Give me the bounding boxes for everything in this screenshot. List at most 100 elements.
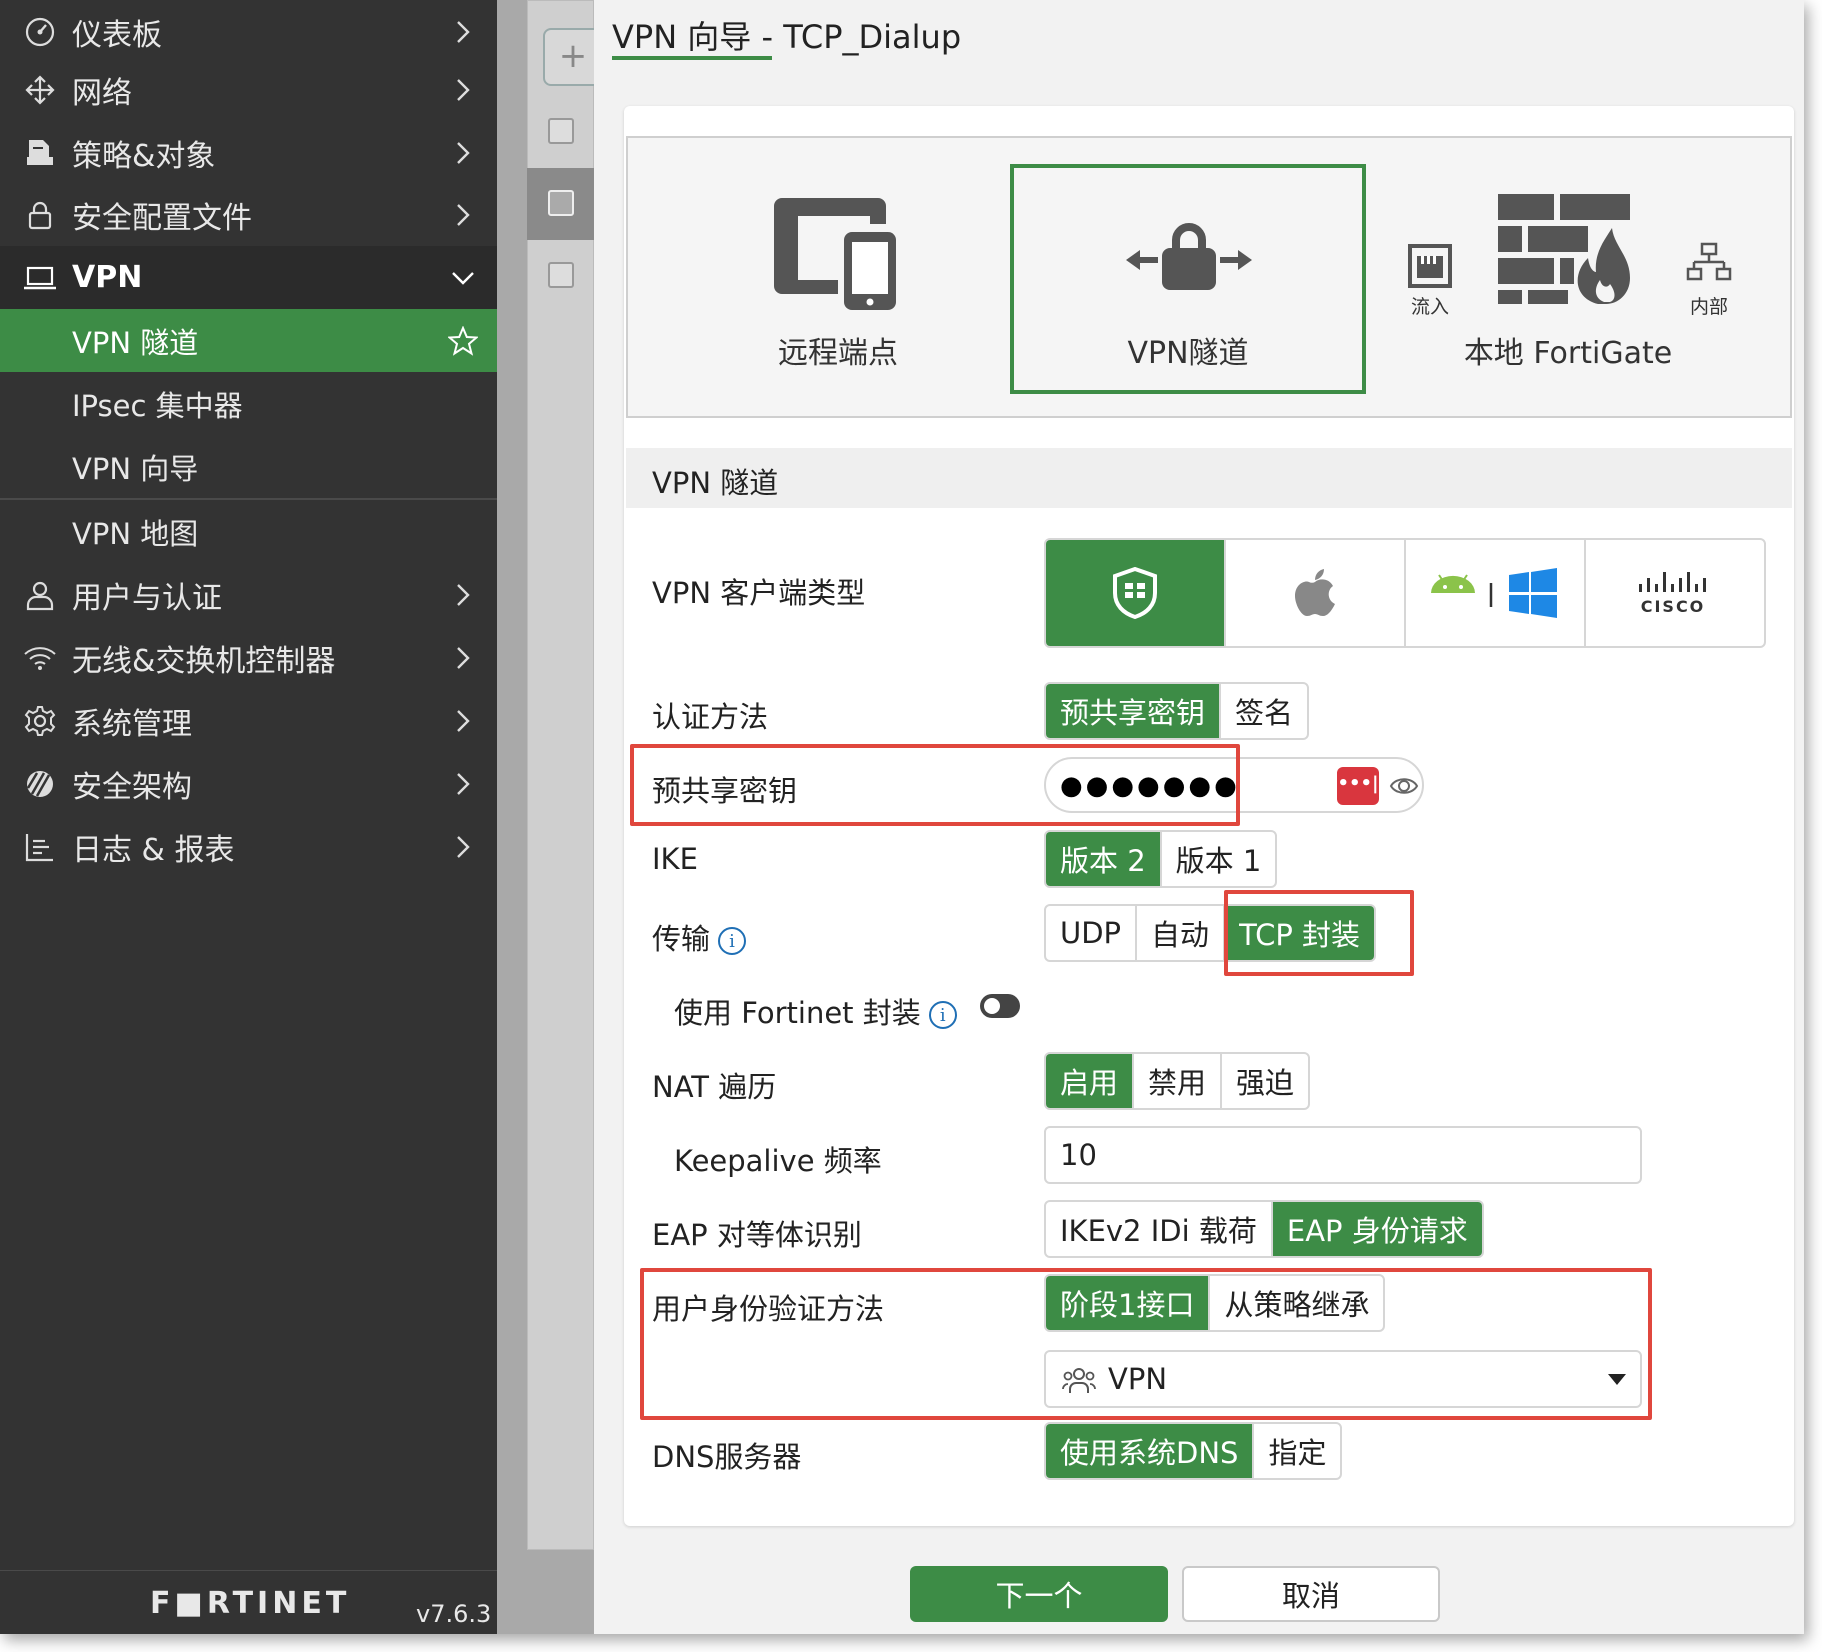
auth-method-label: 认证方法 xyxy=(652,700,769,734)
info-icon[interactable]: i xyxy=(928,1001,957,1029)
checkbox xyxy=(548,118,574,144)
checkbox xyxy=(548,262,574,288)
gear-icon xyxy=(20,701,60,741)
sidebar-item-policy-objects[interactable]: 策略&对象 xyxy=(0,121,497,184)
lock-icon xyxy=(20,195,60,235)
sidebar-item-label: 网络 xyxy=(72,75,132,111)
remote-devices-icon xyxy=(774,198,896,310)
ike-label: IKE xyxy=(652,842,698,876)
chevron-right-icon xyxy=(443,709,483,733)
eap-option-ikev2-idi[interactable]: IKEv2 IDi 载荷 xyxy=(1046,1202,1273,1256)
incoming-port-icon xyxy=(1408,244,1452,288)
vpn-wizard-dialog: VPN 向导 - TCP_Dialup 远程端点 VPN隧道 流入 本地 For… xyxy=(594,0,1804,1634)
sidebar-item-system[interactable]: 系统管理 xyxy=(0,689,497,752)
chevron-right-icon xyxy=(443,646,483,670)
nat-option-disable[interactable]: 禁用 xyxy=(1134,1054,1223,1108)
transport-option-udp[interactable]: UDP xyxy=(1046,906,1138,960)
sidebar-item-vpn-wizard[interactable]: VPN 向导 xyxy=(0,435,497,498)
nat-option-enable[interactable]: 启用 xyxy=(1046,1054,1135,1108)
cancel-button[interactable]: 取消 xyxy=(1182,1566,1440,1622)
policy-icon xyxy=(20,133,60,173)
highlight-psk xyxy=(630,744,1240,826)
auth-method-selector: 预共享密钥 签名 xyxy=(1044,682,1310,740)
eap-option-identity-request[interactable]: EAP 身份请求 xyxy=(1272,1202,1482,1256)
sidebar-item-security-profiles[interactable]: 安全配置文件 xyxy=(0,183,497,246)
nat-traversal-selector: 启用 禁用 强迫 xyxy=(1044,1052,1311,1110)
chevron-right-icon xyxy=(443,78,483,102)
chevron-right-icon xyxy=(443,20,483,44)
fortinet-encap-label: 使用 Fortinet 封装 i xyxy=(674,990,957,1032)
highlight-user-auth xyxy=(640,1268,1652,1420)
sidebar-item-label: 仪表板 xyxy=(72,17,162,53)
nat-option-forced[interactable]: 强迫 xyxy=(1222,1054,1308,1108)
nat-traversal-label: NAT 遍历 xyxy=(652,1070,777,1104)
transport-label-text: 传输 xyxy=(652,922,711,956)
checkbox xyxy=(548,190,574,216)
sidebar-item-label: IPsec 集中器 xyxy=(72,388,243,423)
dns-option-system[interactable]: 使用系统DNS xyxy=(1046,1424,1255,1478)
auth-option-psk[interactable]: 预共享密钥 xyxy=(1046,684,1222,738)
tunnel-label: VPN隧道 xyxy=(1127,336,1249,371)
security-fabric-icon xyxy=(20,764,60,804)
sidebar-item-vpn[interactable]: VPN xyxy=(0,246,497,309)
next-button[interactable]: 下一个 xyxy=(910,1566,1168,1622)
android-windows-icon xyxy=(1431,568,1557,618)
keepalive-input[interactable] xyxy=(1044,1126,1642,1184)
sidebar-item-vpn-tunnels[interactable]: VPN 隧道 xyxy=(0,309,497,372)
chevron-right-icon xyxy=(443,141,483,165)
chevron-right-icon xyxy=(443,583,483,607)
sidebar-item-dashboard[interactable]: 仪表板 xyxy=(0,0,497,63)
section-header: VPN 隧道 xyxy=(626,448,1792,508)
wifi-icon xyxy=(20,638,60,678)
sidebar-item-log-report[interactable]: 日志 & 报表 xyxy=(0,815,497,878)
transport-label: 传输 i xyxy=(652,916,747,958)
fortinet-encap-label-text: 使用 Fortinet 封装 xyxy=(674,996,921,1030)
version-label: v7.6.3 xyxy=(416,1600,492,1628)
chevron-down-icon xyxy=(443,271,483,285)
sidebar-item-network[interactable]: 网络 xyxy=(0,58,497,121)
client-option-cisco[interactable]: CISCO xyxy=(1586,540,1764,646)
ike-option-v2[interactable]: 版本 2 xyxy=(1046,832,1162,886)
eye-icon[interactable] xyxy=(1389,771,1419,801)
eap-peer-selector: IKEv2 IDi 载荷 EAP 身份请求 xyxy=(1044,1200,1484,1258)
fortinet-encap-toggle[interactable] xyxy=(980,994,1020,1018)
sidebar-item-security-fabric[interactable]: 安全架构 xyxy=(0,752,497,815)
remote-endpoint-label: 远程端点 xyxy=(778,336,898,371)
ike-version-selector: 版本 2 版本 1 xyxy=(1044,830,1278,888)
topology-diagram: 远程端点 VPN隧道 流入 本地 FortiGate 内部 xyxy=(626,136,1792,418)
client-option-android-windows[interactable] xyxy=(1406,540,1586,646)
dns-selector: 使用系统DNS 指定 xyxy=(1044,1422,1343,1480)
sidebar: 仪表板 网络 策略&对象 安全配置文件 VPN VPN 隧道 IPsec 集中器… xyxy=(0,0,497,1634)
fortinet-logo: F■RTINET xyxy=(150,1586,351,1621)
sidebar-item-wifi-switch[interactable]: 无线&交换机控制器 xyxy=(0,626,497,689)
eap-peer-label: EAP 对等体识别 xyxy=(652,1218,862,1252)
sidebar-item-label: VPN 向导 xyxy=(72,451,199,486)
sidebar-item-ipsec-concentrator[interactable]: IPsec 集中器 xyxy=(0,372,497,435)
sidebar-item-vpn-map[interactable]: VPN 地图 xyxy=(0,500,497,563)
chevron-right-icon xyxy=(443,203,483,227)
star-icon[interactable] xyxy=(443,325,483,356)
sidebar-item-label: 系统管理 xyxy=(72,706,192,742)
sidebar-item-label: VPN 隧道 xyxy=(72,325,199,360)
forticlient-shield-icon xyxy=(1113,567,1157,619)
ike-option-v1[interactable]: 版本 1 xyxy=(1162,832,1276,886)
client-type-label: VPN 客户端类型 xyxy=(652,576,866,610)
report-icon xyxy=(20,827,60,867)
keepalive-label: Keepalive 频率 xyxy=(674,1144,882,1178)
info-icon[interactable]: i xyxy=(718,927,747,955)
transport-option-auto[interactable]: 自动 xyxy=(1137,906,1226,960)
topology-vpn-tunnel[interactable]: VPN隧道 xyxy=(1010,164,1366,394)
dashboard-icon xyxy=(20,12,60,52)
password-manager-icon[interactable]: •••| xyxy=(1337,767,1379,805)
auth-option-signature[interactable]: 签名 xyxy=(1221,684,1307,738)
user-icon xyxy=(20,575,60,615)
client-option-apple[interactable] xyxy=(1226,540,1406,646)
dns-option-specify[interactable]: 指定 xyxy=(1254,1424,1340,1478)
client-option-forticlient[interactable] xyxy=(1046,540,1226,646)
sidebar-footer-divider xyxy=(0,1570,497,1571)
sidebar-item-label: 安全架构 xyxy=(72,769,192,805)
dialog-title: VPN 向导 - TCP_Dialup xyxy=(612,18,962,56)
app-window: 仪表板 网络 策略&对象 安全配置文件 VPN VPN 隧道 IPsec 集中器… xyxy=(0,0,1804,1634)
internal-network-icon xyxy=(1686,242,1732,281)
sidebar-item-user-auth[interactable]: 用户与认证 xyxy=(0,563,497,626)
